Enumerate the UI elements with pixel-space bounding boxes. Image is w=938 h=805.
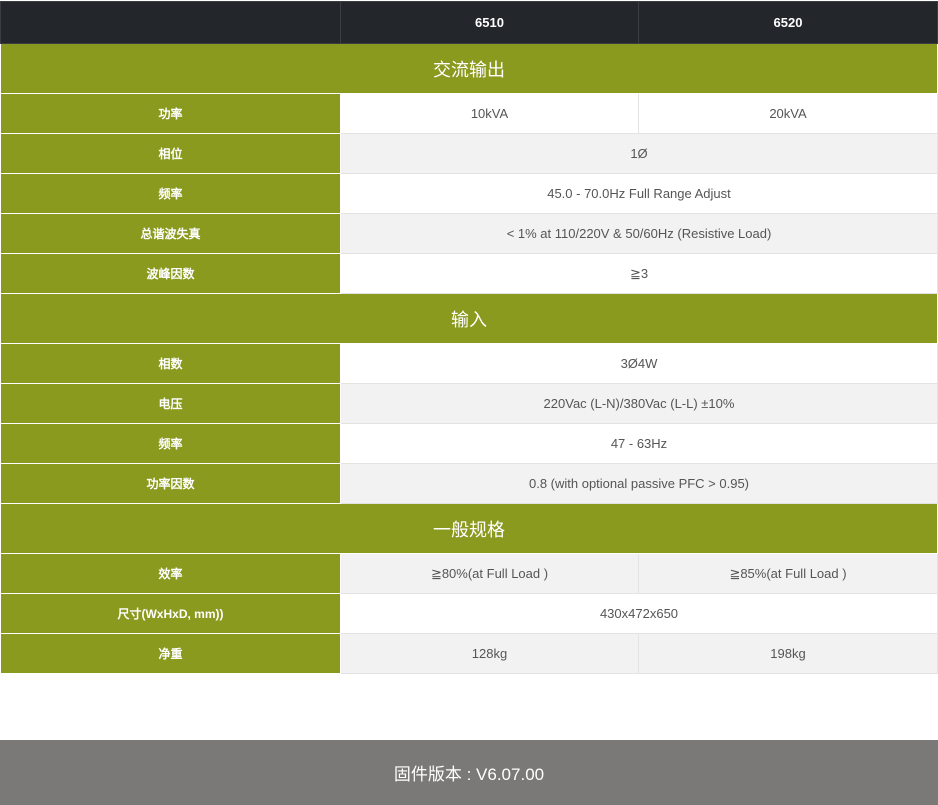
value-merged: < 1% at 110/220V & 50/60Hz (Resistive Lo… <box>340 213 938 254</box>
table-row: 电压 220Vac (L-N)/380Vac (L-L) ±10% <box>0 383 938 424</box>
value-merged: 220Vac (L-N)/380Vac (L-L) ±10% <box>340 383 938 424</box>
row-label: 相位 <box>0 133 341 174</box>
section-title: 一般规格 <box>0 503 938 554</box>
spec-table: 6510 6520 交流输出 功率 10kVA 20kVA 相位 1Ø 频率 4… <box>0 1 938 674</box>
value-merged: ≧3 <box>340 253 938 294</box>
value-6520: 20kVA <box>638 93 938 134</box>
value-6510: 128kg <box>340 633 639 674</box>
row-label: 效率 <box>0 553 341 594</box>
table-row: 总谐波失真 < 1% at 110/220V & 50/60Hz (Resist… <box>0 213 938 254</box>
section-general-spec: 一般规格 <box>0 503 938 554</box>
row-label: 相数 <box>0 343 341 384</box>
row-label: 功率因数 <box>0 463 341 504</box>
section-title: 输入 <box>0 293 938 344</box>
model-6520-header: 6520 <box>638 1 938 44</box>
table-row: 净重 128kg 198kg <box>0 633 938 674</box>
model-6510-header: 6510 <box>340 1 639 44</box>
row-label: 频率 <box>0 423 341 464</box>
value-6520: 198kg <box>638 633 938 674</box>
model-header-row: 6510 6520 <box>0 1 938 44</box>
row-label: 功率 <box>0 93 341 134</box>
firmware-footer: 固件版本 : V6.07.00 <box>0 740 938 805</box>
section-input: 输入 <box>0 293 938 344</box>
value-6510: ≧80%(at Full Load ) <box>340 553 639 594</box>
firmware-version: 固件版本 : V6.07.00 <box>393 765 545 784</box>
value-merged: 1Ø <box>340 133 938 174</box>
table-row: 尺寸(WxHxD, mm)) 430x472x650 <box>0 593 938 634</box>
table-row: 相数 3Ø4W <box>0 343 938 384</box>
section-title: 交流输出 <box>0 43 938 94</box>
row-label: 总谐波失真 <box>0 213 341 254</box>
header-empty-cell <box>0 1 341 44</box>
value-merged: 3Ø4W <box>340 343 938 384</box>
row-label: 尺寸(WxHxD, mm)) <box>0 593 341 634</box>
table-row: 功率因数 0.8 (with optional passive PFC > 0.… <box>0 463 938 504</box>
table-row: 效率 ≧80%(at Full Load ) ≧85%(at Full Load… <box>0 553 938 594</box>
row-label: 净重 <box>0 633 341 674</box>
value-merged: 0.8 (with optional passive PFC > 0.95) <box>340 463 938 504</box>
table-row: 波峰因数 ≧3 <box>0 253 938 294</box>
row-label: 电压 <box>0 383 341 424</box>
value-merged: 430x472x650 <box>340 593 938 634</box>
page: 6510 6520 交流输出 功率 10kVA 20kVA 相位 1Ø 频率 4… <box>0 0 938 805</box>
table-row: 功率 10kVA 20kVA <box>0 93 938 134</box>
value-6510: 10kVA <box>340 93 639 134</box>
table-row: 相位 1Ø <box>0 133 938 174</box>
value-merged: 45.0 - 70.0Hz Full Range Adjust <box>340 173 938 214</box>
table-row: 频率 45.0 - 70.0Hz Full Range Adjust <box>0 173 938 214</box>
row-label: 频率 <box>0 173 341 214</box>
row-label: 波峰因数 <box>0 253 341 294</box>
table-row: 频率 47 - 63Hz <box>0 423 938 464</box>
section-ac-output: 交流输出 <box>0 43 938 94</box>
value-merged: 47 - 63Hz <box>340 423 938 464</box>
value-6520: ≧85%(at Full Load ) <box>638 553 938 594</box>
